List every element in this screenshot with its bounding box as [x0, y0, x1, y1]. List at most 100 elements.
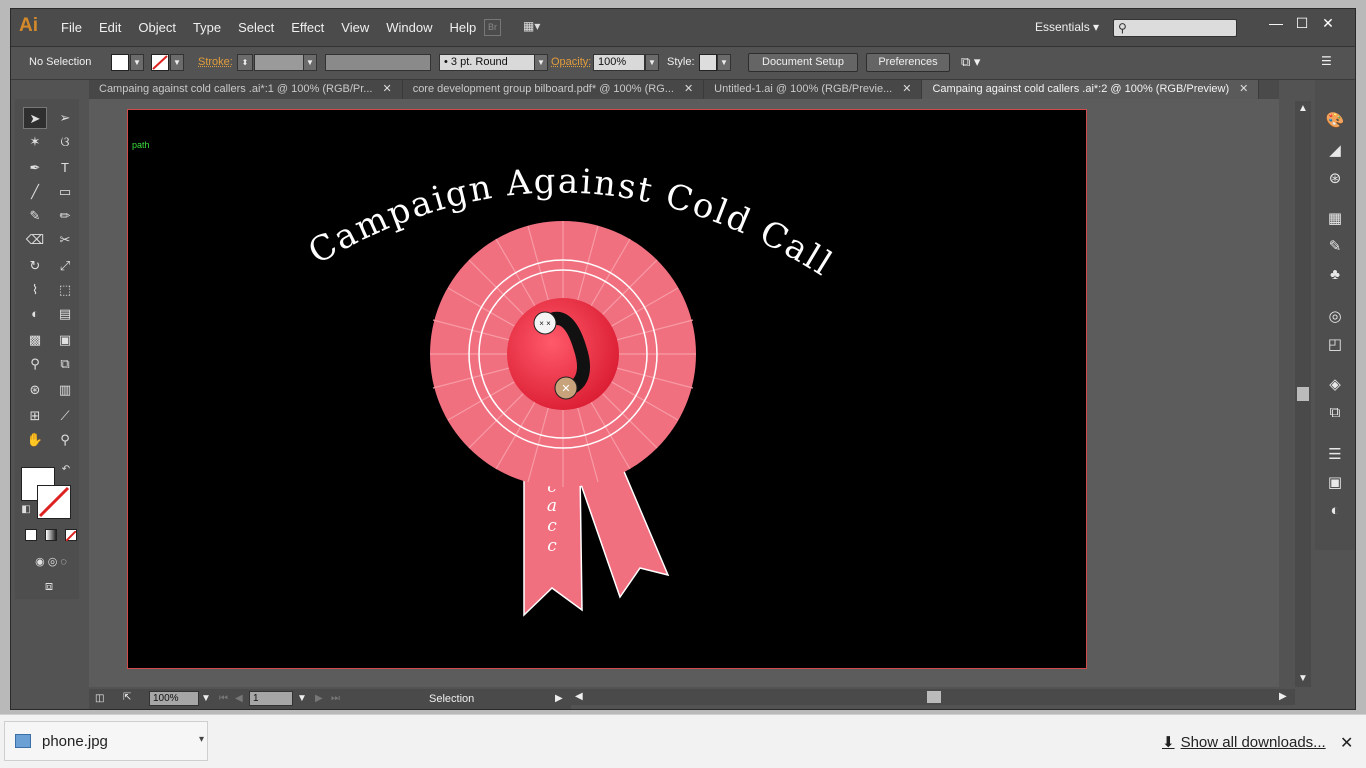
first-page-icon[interactable]: ⏮ — [219, 693, 228, 704]
fill-swatch[interactable] — [111, 54, 129, 71]
line-tool-icon[interactable]: ╱ — [23, 181, 47, 203]
page-dropdown-icon[interactable]: ▼ — [297, 693, 307, 704]
preferences-button[interactable]: Preferences — [866, 53, 950, 72]
brushes-icon[interactable]: ✎ — [1325, 238, 1345, 256]
minimize-button[interactable]: — — [1263, 15, 1289, 32]
scroll-right-icon[interactable]: ▶ — [1279, 691, 1287, 702]
eraser-tool-icon[interactable]: ⌫ — [23, 229, 47, 251]
swap-colors-icon[interactable]: ↶ — [59, 463, 73, 477]
brush-definition[interactable]: • 3 pt. Round — [439, 54, 535, 71]
graphic-styles-icon[interactable]: ◰ — [1325, 336, 1345, 354]
menu-view[interactable]: View — [341, 20, 369, 35]
vertical-scrollbar[interactable]: ▲ ▼ — [1295, 101, 1311, 687]
scroll-thumb[interactable] — [927, 691, 941, 703]
prev-page-icon[interactable]: ◀ — [235, 693, 243, 704]
color-panel-icon[interactable]: 🎨 — [1325, 112, 1345, 130]
stroke-swatch[interactable] — [151, 54, 169, 71]
status-menu-icon[interactable]: ▶ — [555, 693, 563, 704]
tab-doc-3[interactable]: Untitled-1.ai @ 100% (RGB/Previe... ✕ — [704, 80, 923, 99]
last-page-icon[interactable]: ⏭ — [331, 693, 340, 704]
graph-tool-icon[interactable]: ▥ — [53, 379, 77, 401]
slice-tool-icon[interactable]: ⟋ — [53, 405, 77, 427]
tab-doc-4[interactable]: Campaing against cold callers .ai*:2 @ 1… — [922, 80, 1260, 99]
bridge-button[interactable]: Br — [484, 19, 501, 36]
swatches-icon[interactable]: ▦ — [1325, 210, 1345, 228]
menu-help[interactable]: Help — [449, 20, 476, 35]
gradient-mode-icon[interactable] — [45, 529, 57, 541]
scroll-up-icon[interactable]: ▲ — [1298, 103, 1308, 114]
close-icon[interactable]: ✕ — [684, 83, 693, 95]
default-colors-icon[interactable]: ◧ — [19, 503, 33, 517]
artboard-tool-icon[interactable]: ⊞ — [23, 405, 47, 427]
transparency-icon[interactable]: ◐ — [1325, 502, 1345, 520]
perspective-grid-tool-icon[interactable]: ▤ — [53, 303, 77, 325]
hand-tool-icon[interactable]: ✋ — [23, 429, 47, 451]
direct-selection-tool-icon[interactable]: ➢ — [53, 107, 77, 129]
menu-type[interactable]: Type — [193, 20, 221, 35]
artboard[interactable]: path Campaign Against Cold Callers c a — [127, 109, 1087, 669]
menu-object[interactable]: Object — [138, 20, 176, 35]
arrange-documents-icon[interactable]: ▦▾ — [523, 19, 551, 36]
document-setup-button[interactable]: Document Setup — [748, 53, 858, 72]
menu-file[interactable]: File — [61, 20, 82, 35]
stroke-dropdown[interactable]: ▼ — [170, 54, 184, 71]
stroke-panel-icon[interactable]: ☰ — [1325, 446, 1345, 464]
lasso-tool-icon[interactable]: ଓ — [53, 131, 77, 153]
opacity-field[interactable]: 100% — [593, 54, 645, 71]
menu-window[interactable]: Window — [386, 20, 432, 35]
chevron-down-icon[interactable]: ▾ — [199, 734, 204, 745]
pen-tool-icon[interactable]: ✒ — [23, 157, 47, 179]
page-field[interactable]: 1 — [249, 691, 293, 706]
close-icon[interactable]: ✕ — [1239, 83, 1248, 95]
style-swatch[interactable] — [699, 54, 717, 71]
horizontal-scrollbar[interactable]: ◀ ▶ — [571, 689, 1295, 705]
close-icon[interactable]: ✕ — [1340, 733, 1353, 753]
blend-tool-icon[interactable]: ⧉ — [53, 353, 77, 375]
stroke-weight-dropdown[interactable]: ▼ — [303, 54, 317, 71]
appearance-icon[interactable]: ◎ — [1325, 308, 1345, 326]
drawing-modes-icon[interactable]: ◉ ◎ ◌ — [23, 551, 79, 573]
stroke-label[interactable]: Stroke: — [198, 56, 233, 68]
close-icon[interactable]: ✕ — [382, 83, 391, 95]
rosette-artwork[interactable]: Campaign Against Cold Callers c a c c — [128, 110, 1086, 668]
scroll-left-icon[interactable]: ◀ — [575, 691, 583, 702]
workspace-switcher[interactable]: Essentials ▾ — [1035, 20, 1099, 34]
rotate-tool-icon[interactable]: ↻ — [23, 255, 47, 277]
color-mode-icon[interactable] — [25, 529, 37, 541]
menu-select[interactable]: Select — [238, 20, 274, 35]
download-item[interactable]: phone.jpg ▾ — [4, 721, 208, 761]
canvas-area[interactable]: path Campaign Against Cold Callers c a — [89, 99, 1279, 687]
pencil-tool-icon[interactable]: ✏ — [53, 205, 77, 227]
artboards-icon[interactable]: ⧉ — [1325, 404, 1345, 422]
eyedropper-tool-icon[interactable]: ⚲ — [23, 353, 47, 375]
free-transform-tool-icon[interactable]: ⬚ — [53, 279, 77, 301]
scale-tool-icon[interactable]: ⤢ — [53, 255, 77, 277]
selection-tool-icon[interactable]: ➤ — [23, 107, 47, 129]
variable-width-profile[interactable] — [325, 54, 431, 71]
opacity-dropdown[interactable]: ▼ — [645, 54, 659, 71]
zoom-tool-icon[interactable]: ⚲ — [53, 429, 77, 451]
next-page-icon[interactable]: ▶ — [315, 693, 323, 704]
symbols-icon[interactable]: ♣ — [1325, 266, 1345, 284]
menu-edit[interactable]: Edit — [99, 20, 121, 35]
fill-dropdown[interactable]: ▼ — [130, 54, 144, 71]
type-tool-icon[interactable]: T — [53, 157, 77, 179]
close-button[interactable]: ✕ — [1315, 15, 1341, 32]
maximize-button[interactable]: ☐ — [1289, 15, 1315, 32]
arrange-icon[interactable]: ⧉ ▾ — [961, 54, 980, 70]
color-guide-icon[interactable]: ◢ — [1325, 142, 1345, 160]
help-search-input[interactable]: ⚲ — [1113, 19, 1237, 37]
gradient-tool-icon[interactable]: ▣ — [53, 329, 77, 351]
tab-doc-2[interactable]: core development group bilboard.pdf* @ 1… — [402, 80, 705, 99]
rectangle-tool-icon[interactable]: ▭ — [53, 181, 77, 203]
none-mode-icon[interactable] — [65, 529, 77, 542]
mesh-tool-icon[interactable]: ▩ — [23, 329, 47, 351]
opacity-label[interactable]: Opacity: — [551, 56, 591, 68]
stroke-weight-field[interactable] — [254, 54, 304, 71]
style-dropdown[interactable]: ▼ — [717, 54, 731, 71]
scissors-tool-icon[interactable]: ✂ — [53, 229, 77, 251]
artboard-nav-icon[interactable]: ◫ — [95, 693, 104, 704]
scroll-thumb[interactable] — [1297, 387, 1309, 401]
zoom-field[interactable]: 100% — [149, 691, 199, 706]
kuler-icon[interactable]: ⊛ — [1325, 170, 1345, 188]
